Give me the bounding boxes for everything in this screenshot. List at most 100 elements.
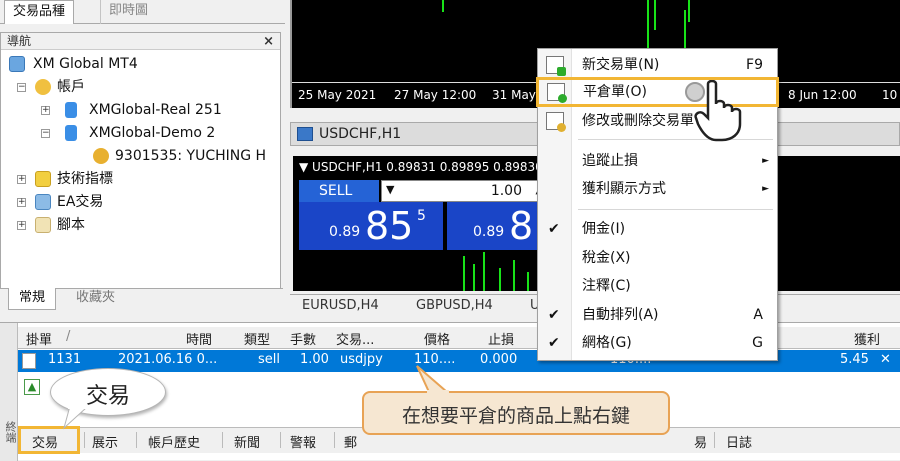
candle (647, 0, 649, 48)
tree-server-real-label: XMGlobal-Real 251 (89, 102, 222, 118)
accounts-icon (35, 79, 51, 95)
menu-item-auto-arrange[interactable]: ✔ 自動排列(A) A (538, 301, 777, 329)
script-icon (35, 217, 51, 233)
tree-scripts[interactable]: + 腳本 (17, 214, 85, 236)
menu-label: 稅金(X) (582, 250, 631, 266)
tree-indicators[interactable]: + 技術指標 (17, 168, 113, 190)
tab-trade-partial[interactable]: 易 (694, 432, 707, 451)
menu-label: 佣金(I) (582, 221, 626, 237)
menu-label: 自動排列(A) (582, 307, 659, 323)
menu-item-grid[interactable]: ✔ 網格(G) G (538, 329, 777, 357)
tree-root-label: XM Global MT4 (33, 56, 138, 72)
tree-experts[interactable]: + EA交易 (17, 191, 103, 213)
cell-lots: 1.00 (300, 352, 329, 367)
tab-divider (714, 432, 715, 448)
tree-indicators-label: 技術指標 (57, 171, 113, 187)
callout-text: 在想要平倉的商品上點右鍵 (401, 405, 630, 427)
tree-server-real[interactable]: + XMGlobal-Real 251 (41, 99, 222, 121)
close-order-icon[interactable]: ✕ (880, 352, 891, 367)
server-icon (65, 125, 77, 141)
col-order[interactable]: 掛單 (26, 329, 52, 348)
date-label: 27 May 12:00 (394, 88, 477, 102)
tab-journal[interactable]: 日誌 (726, 432, 752, 451)
sort-icon[interactable]: / (66, 329, 70, 344)
expand-icon[interactable]: + (17, 221, 26, 230)
tree-accounts[interactable]: − 帳戶 (17, 76, 85, 98)
candle (483, 252, 485, 291)
tab-common[interactable]: 常規 (8, 288, 57, 310)
collapse-icon[interactable]: − (41, 129, 50, 138)
bid-prefix: 0.89 (329, 224, 361, 240)
col-price[interactable]: 價格 (424, 329, 450, 348)
tab-mailbox[interactable]: 郵 (344, 432, 357, 451)
tab-exposure[interactable]: 展示 (92, 432, 118, 451)
expand-icon[interactable]: + (17, 175, 26, 184)
cell-sl: 0.000 (480, 352, 518, 367)
tree-user[interactable]: 9301535: YUCHING H (93, 145, 266, 167)
date-label: 10 (882, 88, 898, 102)
cell-order: 1131 (48, 352, 82, 367)
menu-item-profit-display[interactable]: 獲利顯示方式 ► (538, 175, 777, 203)
tab-account-history[interactable]: 帳戶歷史 (148, 432, 200, 451)
tab-alerts[interactable]: 警報 (290, 432, 316, 451)
tree-server-demo[interactable]: − XMGlobal-Demo 2 (41, 122, 215, 144)
col-time[interactable]: 時間 (186, 329, 212, 348)
server-icon (65, 102, 77, 118)
navigator-header: 導航 × (1, 33, 280, 50)
expand-icon[interactable]: + (17, 198, 26, 207)
menu-label: 平倉單(O) (583, 84, 647, 100)
col-symbol[interactable]: 交易... (336, 329, 374, 348)
instruction-callout: 在想要平倉的商品上點右鍵 (362, 391, 670, 435)
bid-small: 5 (417, 208, 426, 224)
tab-symbols[interactable]: 交易品種 (4, 0, 75, 24)
modify-order-icon (546, 112, 566, 132)
order-icon (22, 353, 36, 369)
expand-icon[interactable]: + (41, 106, 50, 115)
menu-item-comments[interactable]: 注釋(C) (538, 272, 777, 300)
tab-tick-chart[interactable]: 即時圖 (100, 0, 156, 24)
col-profit[interactable]: 獲利 (854, 329, 880, 348)
menu-item-trailing-stop[interactable]: 追蹤止損 ► (538, 147, 777, 175)
check-icon: ✔ (548, 307, 560, 323)
date-label: 25 May 2021 (298, 88, 377, 102)
chart-tab[interactable]: GBPUSD,H4 (416, 298, 493, 313)
sell-button[interactable]: SELL (299, 180, 379, 202)
expert-icon (35, 194, 51, 210)
date-label: 8 Jun 12:00 (788, 88, 857, 102)
navigator-title: 導航 (7, 34, 32, 48)
menu-item-taxes[interactable]: 稅金(X) (538, 244, 777, 272)
terminal-icon (9, 56, 25, 72)
candle (513, 260, 515, 291)
new-order-icon (546, 56, 566, 76)
menu-item-new-order[interactable]: 新交易單(N) F9 (538, 51, 777, 79)
decrease-icon[interactable]: ▼ (386, 183, 394, 196)
tab-favorites[interactable]: 收藏夾 (66, 288, 125, 310)
menu-shortcut: F9 (746, 57, 763, 73)
menu-label: 網格(G) (582, 335, 632, 351)
menu-label: 獲利顯示方式 (582, 181, 666, 197)
terminal-sidebar: 終端 (0, 323, 18, 461)
new-order-icon[interactable]: ▲ (24, 379, 40, 395)
chart-tab[interactable]: EURUSD,H4 (302, 298, 379, 313)
col-sl[interactable]: 止損 (488, 329, 514, 348)
menu-item-commission[interactable]: ✔ 佣金(I) (538, 215, 777, 243)
close-icon[interactable]: × (263, 33, 274, 50)
candle (527, 272, 529, 291)
collapse-icon[interactable]: − (17, 83, 26, 92)
terminal-side-label: 終端 (4, 421, 17, 443)
submenu-arrow-icon: ► (762, 184, 769, 194)
check-icon: ✔ (548, 221, 560, 237)
tree-root[interactable]: XM Global MT4 (9, 53, 138, 75)
lot-size-input[interactable]: ▼ 1.00 ▲ (381, 180, 551, 202)
sell-price-button[interactable]: 0.89 85 5 (299, 202, 443, 250)
buy-price-button[interactable]: 0.89 8 (447, 202, 539, 250)
candle (463, 256, 465, 291)
chart-icon (297, 127, 313, 141)
candle (473, 264, 475, 291)
col-type[interactable]: 類型 (244, 329, 270, 348)
tab-trade[interactable]: 交易 (32, 432, 58, 451)
tree-user-label: 9301535: YUCHING H (115, 148, 267, 164)
tab-news[interactable]: 新聞 (234, 432, 260, 451)
col-lots[interactable]: 手數 (290, 329, 316, 348)
menu-label: 新交易單(N) (582, 57, 660, 73)
